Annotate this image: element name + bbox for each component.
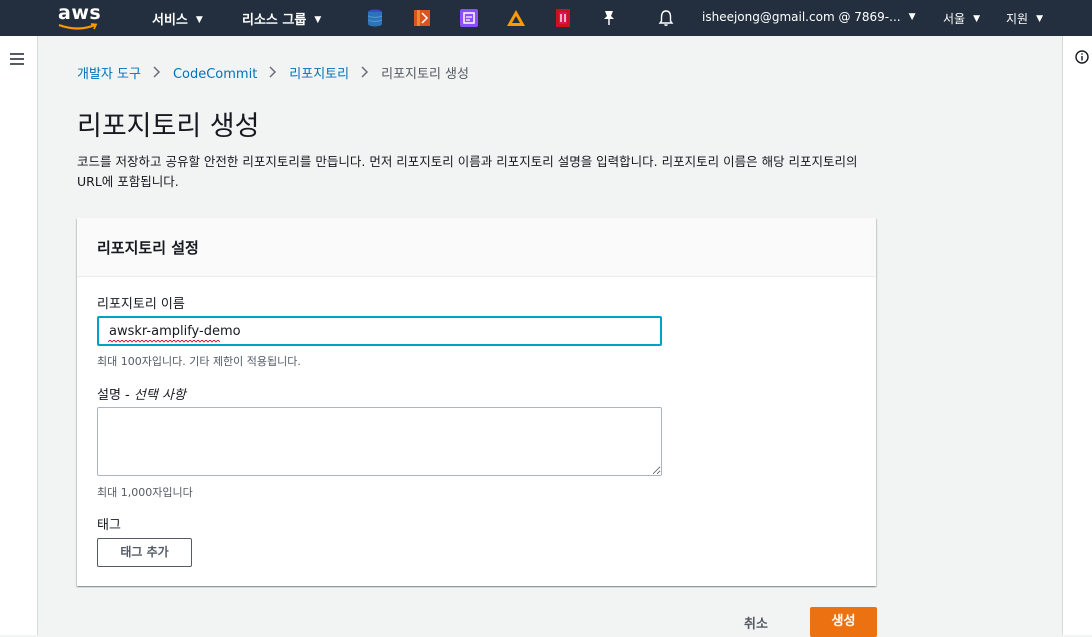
spellcheck-underline <box>108 340 220 343</box>
aws-logo-text: aws <box>58 2 102 24</box>
breadcrumb-developer-tools[interactable]: 개발자 도구 <box>77 67 141 82</box>
add-tag-button[interactable]: 태그 추가 <box>97 538 192 567</box>
tags-label: 태그 <box>97 518 121 533</box>
codepipeline-icon[interactable] <box>553 8 573 28</box>
dynamodb-icon[interactable] <box>365 8 385 28</box>
aws-smile-icon <box>58 23 98 30</box>
amplify-console-icon[interactable] <box>459 8 479 28</box>
chevron-right-icon <box>269 66 277 82</box>
support-menu[interactable]: 지원 ▼ <box>1006 10 1043 27</box>
info-icon[interactable] <box>1075 50 1089 64</box>
repository-name-hint: 최대 100자입니다. 기타 제한이 적용됩니다. <box>97 355 301 368</box>
page-description: 코드를 저장하고 공유할 안전한 리포지토리를 만듭니다. 먼저 리포지토리 이… <box>77 154 858 189</box>
services-menu[interactable]: 서비스 ▼ <box>152 9 203 28</box>
support-label: 지원 <box>1006 12 1029 26</box>
chevron-right-icon <box>153 66 161 82</box>
left-navigation-panel <box>0 36 38 635</box>
resource-groups-menu[interactable]: 리소스 그룹 ▼ <box>242 9 321 28</box>
account-label: isheejong@gmail.com @ 7869-... <box>702 10 901 24</box>
region-label: 서울 <box>943 12 966 26</box>
panel-header: 리포지토리 설정 <box>77 218 876 277</box>
create-repository-button[interactable]: 생성 <box>810 607 877 637</box>
breadcrumb: 개발자 도구 CodeCommit 리포지토리 리포지토리 생성 <box>77 63 469 82</box>
description-textarea[interactable] <box>97 407 662 476</box>
resource-groups-label: 리소스 그룹 <box>242 13 307 28</box>
repository-settings-panel: 리포지토리 설정 리포지토리 이름 최대 100자입니다. 기타 제한이 적용됩… <box>77 218 876 586</box>
repository-name-label: 리포지토리 이름 <box>97 297 185 312</box>
breadcrumb-codecommit[interactable]: CodeCommit <box>173 67 257 82</box>
page-title: 리포지토리 생성 <box>77 111 260 142</box>
panel-title: 리포지토리 설정 <box>97 239 199 257</box>
breadcrumb-repositories[interactable]: 리포지토리 <box>289 67 349 82</box>
codecommit-icon[interactable] <box>412 8 432 28</box>
account-menu[interactable]: isheejong@gmail.com @ 7869-... ▼ <box>702 10 916 24</box>
services-menu-label: 서비스 <box>152 13 188 28</box>
chevron-down-icon: ▼ <box>908 12 916 22</box>
description-optional-text: 선택 사항 <box>133 388 186 403</box>
right-tools-panel <box>1062 36 1092 635</box>
chevron-down-icon: ▼ <box>314 15 322 25</box>
menu-toggle-icon[interactable] <box>10 53 24 65</box>
aws-logo[interactable]: aws <box>56 2 102 32</box>
breadcrumb-current: 리포지토리 생성 <box>381 67 469 82</box>
cancel-button[interactable]: 취소 <box>744 613 768 632</box>
pin-icon[interactable] <box>599 8 619 28</box>
description-label-text: 설명 - <box>97 388 134 403</box>
top-navigation-bar: aws 서비스 ▼ 리소스 그룹 ▼ isheejong@gmail.com @… <box>0 0 1092 36</box>
chevron-down-icon: ▼ <box>195 15 203 25</box>
chevron-down-icon: ▼ <box>973 14 981 24</box>
description-hint: 최대 1,000자입니다 <box>97 486 193 499</box>
region-menu[interactable]: 서울 ▼ <box>943 10 980 27</box>
bell-icon[interactable] <box>656 8 676 28</box>
chevron-right-icon <box>361 66 369 82</box>
amplify-icon[interactable] <box>506 8 526 28</box>
description-label: 설명 - 선택 사항 <box>97 384 186 403</box>
chevron-down-icon: ▼ <box>1036 14 1044 24</box>
